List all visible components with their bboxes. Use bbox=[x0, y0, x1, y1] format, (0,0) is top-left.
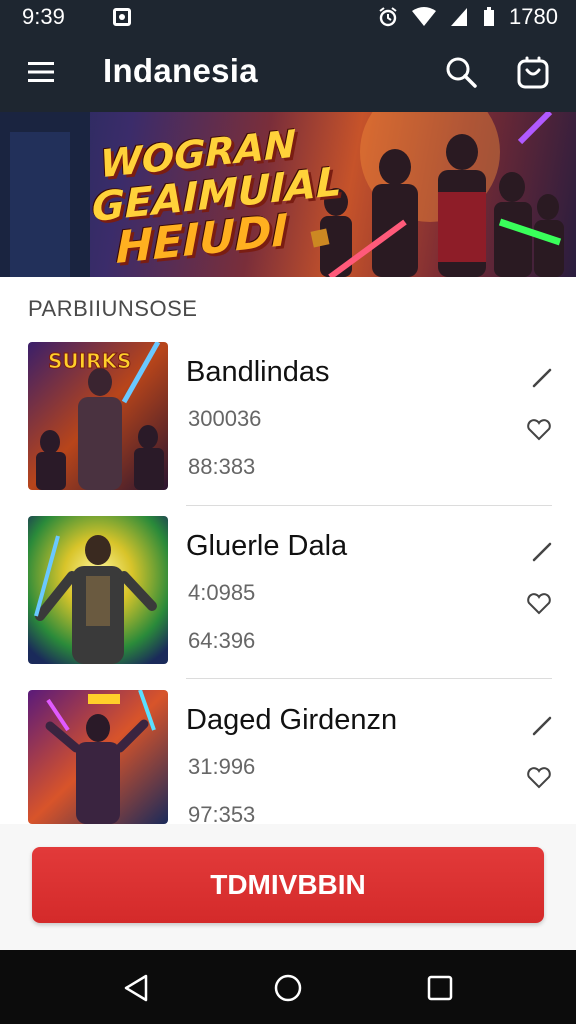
system-nav-bar bbox=[0, 950, 576, 1024]
signal-icon bbox=[451, 8, 468, 26]
game-thumbnail bbox=[28, 516, 168, 664]
item-stat-primary: 4:0985 bbox=[188, 580, 256, 605]
alarm-icon bbox=[379, 7, 397, 27]
item-stat-secondary: 88:383 bbox=[188, 454, 256, 479]
item-name: Bandlindas bbox=[186, 356, 330, 388]
item-stat-primary: 300036 bbox=[188, 406, 262, 431]
primary-action-button[interactable]: TDMIVBBIN bbox=[32, 847, 544, 923]
hero-banner[interactable]: WOGRAN GEAIMUIAL HEIUDI bbox=[0, 112, 576, 277]
status-time: 9:39 bbox=[22, 4, 65, 29]
page-title: Indanesia bbox=[103, 52, 258, 89]
home-icon[interactable] bbox=[272, 972, 304, 1004]
item-name: Daged Girdenzn bbox=[186, 704, 398, 736]
divider bbox=[186, 505, 552, 506]
wifi-icon bbox=[412, 7, 437, 26]
heart-icon[interactable] bbox=[526, 766, 552, 790]
list-item[interactable]: SUIRKS Bandlindas 300036 88:383 bbox=[0, 342, 576, 512]
edit-icon[interactable] bbox=[530, 540, 554, 564]
shopping-bag-icon[interactable] bbox=[515, 54, 551, 90]
heart-icon[interactable] bbox=[526, 592, 552, 616]
list-item[interactable]: Gluerle Dala 4:0985 64:396 bbox=[0, 516, 576, 686]
heart-icon[interactable] bbox=[526, 418, 552, 442]
section-title: PARBIIUNSOSE bbox=[28, 296, 198, 321]
search-icon[interactable] bbox=[443, 54, 479, 90]
game-thumbnail bbox=[28, 690, 168, 824]
edit-icon[interactable] bbox=[530, 714, 554, 738]
item-name: Gluerle Dala bbox=[186, 530, 348, 562]
divider bbox=[186, 678, 552, 679]
back-icon[interactable] bbox=[120, 972, 152, 1004]
edit-icon[interactable] bbox=[530, 366, 554, 390]
status-bar: 9:39 1780 bbox=[0, 0, 576, 34]
game-thumbnail: SUIRKS bbox=[28, 342, 168, 490]
battery-text: 1780 bbox=[509, 4, 558, 29]
app-bar: Indanesia bbox=[0, 34, 576, 112]
menu-icon[interactable] bbox=[28, 60, 56, 84]
item-stat-primary: 31:996 bbox=[188, 754, 256, 779]
item-stat-secondary: 64:396 bbox=[188, 628, 256, 653]
recents-icon[interactable] bbox=[424, 972, 456, 1004]
battery-icon bbox=[484, 7, 495, 26]
notification-icon bbox=[112, 8, 131, 26]
thumbnail-label: SUIRKS bbox=[48, 349, 131, 373]
